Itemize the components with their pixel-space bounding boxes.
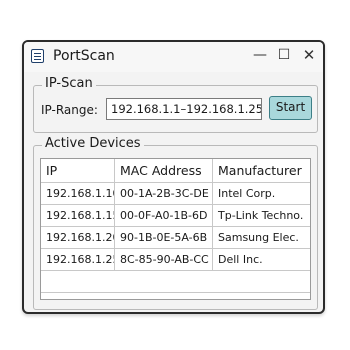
cell-mac: 8C-85-90-AB-CC bbox=[115, 249, 213, 270]
ip-range-input[interactable]: 192.168.1.1–192.168.1.254 bbox=[106, 98, 262, 120]
cell-mac: 00-0F-A0-1B-6D bbox=[115, 205, 213, 226]
portscan-window: PortScan — ☐ ✕ IP-Scan IP-Range: 192.168… bbox=[22, 40, 325, 314]
ip-scan-group: IP-Scan IP-Range: 192.168.1.1–192.168.1.… bbox=[33, 76, 318, 133]
cell-manufacturer: Tp-Link Techno. bbox=[218, 209, 304, 222]
active-devices-group: Active Devices IP MAC Address Manufactur… bbox=[33, 136, 318, 310]
table-row[interactable]: 192.168.1.20 90-1B-0E-5A-6B Samsung Elec… bbox=[41, 227, 310, 249]
cell-mac: 90-1B-0E-5A-6B bbox=[115, 227, 213, 248]
cell-ip: 192.168.1.25 bbox=[41, 249, 115, 270]
table-row-empty bbox=[41, 271, 310, 293]
column-header-ip[interactable]: IP bbox=[41, 159, 115, 182]
cell-manufacturer: Intel Corp. bbox=[218, 187, 276, 200]
close-icon[interactable]: ✕ bbox=[301, 47, 317, 63]
cell-ip: 192.168.1.15 bbox=[41, 205, 115, 226]
start-button[interactable]: Start bbox=[269, 96, 312, 120]
minimize-icon[interactable]: — bbox=[252, 47, 268, 63]
maximize-icon[interactable]: ☐ bbox=[276, 47, 292, 63]
title-bar[interactable]: PortScan — ☐ ✕ bbox=[24, 42, 323, 72]
column-header-manufacturer[interactable]: Manufacturer bbox=[213, 159, 310, 182]
cell-manufacturer: Samsung Elec. bbox=[218, 231, 299, 244]
cell-ip: 192.168.1.10 bbox=[41, 183, 115, 204]
devices-table[interactable]: IP MAC Address Manufacturer 192.168.1.10… bbox=[40, 158, 311, 300]
ip-scan-group-label: IP-Scan bbox=[42, 76, 96, 92]
cell-manufacturer: Dell Inc. bbox=[218, 253, 263, 266]
ip-range-label: IP-Range: bbox=[41, 103, 98, 117]
table-row[interactable]: 192.168.1.10 00-1A-2B-3C-DE Intel Corp. bbox=[41, 183, 310, 205]
table-row[interactable]: 192.168.1.15 00-0F-A0-1B-6D Tp-Link Tech… bbox=[41, 205, 310, 227]
table-header: IP MAC Address Manufacturer bbox=[41, 159, 310, 183]
active-devices-group-label: Active Devices bbox=[42, 136, 144, 152]
column-header-mac[interactable]: MAC Address bbox=[115, 159, 213, 182]
cell-ip: 192.168.1.20 bbox=[41, 227, 115, 248]
table-row[interactable]: 192.168.1.25 8C-85-90-AB-CC Dell Inc. bbox=[41, 249, 310, 271]
window-title: PortScan bbox=[53, 48, 115, 64]
cell-mac: 00-1A-2B-3C-DE bbox=[115, 183, 213, 204]
app-list-icon bbox=[31, 49, 44, 63]
